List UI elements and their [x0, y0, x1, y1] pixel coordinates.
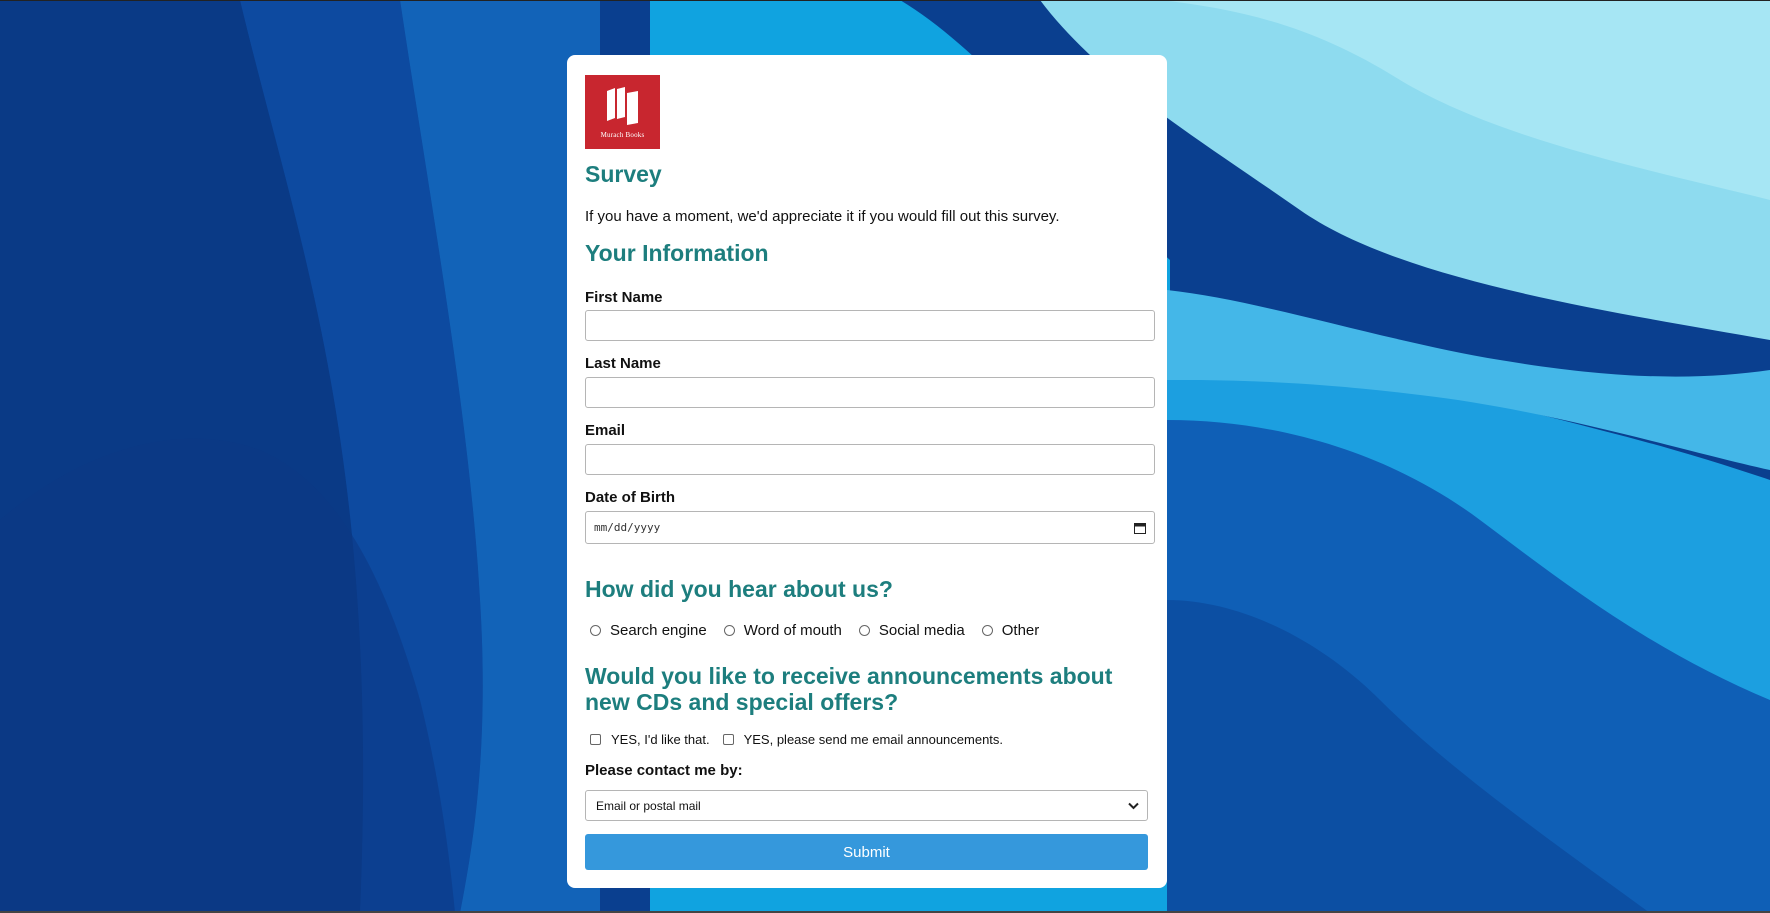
logo-text: Murach Books: [600, 131, 645, 139]
radio-other[interactable]: Other: [977, 621, 1040, 639]
radio-word-of-mouth[interactable]: Word of mouth: [719, 622, 842, 639]
radio-button[interactable]: [981, 624, 993, 636]
announcements-heading-line1: Would you like to receive announcements …: [585, 663, 1113, 689]
checkbox-yes-like-that[interactable]: YES, I'd like that.: [585, 732, 710, 747]
window-top-border: [0, 0, 1770, 1]
radio-label: Search engine: [610, 621, 707, 639]
radio-label: Word of mouth: [743, 621, 842, 639]
radio-button[interactable]: [723, 624, 735, 636]
book-pages-icon: [606, 87, 638, 125]
last-name-label: Last Name: [585, 355, 661, 372]
contact-method-select[interactable]: Email or postal mail: [585, 790, 1148, 821]
radio-search-engine[interactable]: Search engine: [585, 622, 707, 639]
referral-radio-group: Search engine Word of mouth Social media…: [585, 620, 1051, 640]
date-of-birth-field[interactable]: mm/dd/yyyy: [585, 511, 1155, 544]
checkbox[interactable]: [590, 733, 601, 745]
announcements-heading: Would you like to receive announcements …: [585, 663, 1112, 715]
radio-label: Other: [1001, 621, 1040, 639]
first-name-field[interactable]: [585, 310, 1155, 341]
date-of-birth-label: Date of Birth: [585, 489, 675, 506]
last-name-field[interactable]: [585, 377, 1155, 408]
date-placeholder: mm/dd/yyyy: [594, 521, 661, 534]
how-did-you-hear-heading: How did you hear about us?: [585, 576, 893, 602]
checkbox-email-announcements[interactable]: YES, please send me email announcements.: [718, 732, 1003, 747]
email-field[interactable]: [585, 444, 1155, 475]
checkbox[interactable]: [722, 733, 734, 745]
survey-card: Murach Books Survey If you have a moment…: [567, 55, 1167, 888]
submit-button[interactable]: Submit: [585, 834, 1148, 870]
calendar-icon[interactable]: [1134, 522, 1146, 534]
murach-books-logo: Murach Books: [585, 75, 660, 149]
contact-method-label: Please contact me by:: [585, 762, 743, 779]
radio-button[interactable]: [590, 624, 601, 636]
checkbox-label: YES, I'd like that.: [611, 731, 710, 747]
announcements-checkbox-group: YES, I'd like that. YES, please send me …: [585, 730, 1011, 748]
first-name-label: First Name: [585, 289, 663, 306]
select-value: Email or postal mail: [596, 798, 701, 813]
your-information-heading: Your Information: [585, 240, 769, 266]
radio-social-media[interactable]: Social media: [854, 622, 965, 639]
intro-text: If you have a moment, we'd appreciate it…: [585, 208, 1060, 225]
radio-label: Social media: [878, 621, 965, 639]
radio-button[interactable]: [858, 624, 870, 636]
email-label: Email: [585, 422, 626, 439]
checkbox-label: YES, please send me email announcements.: [743, 731, 1004, 747]
chevron-down-icon: [1128, 802, 1139, 809]
page-title: Survey: [585, 161, 662, 187]
announcements-heading-line2: new CDs and special offers?: [585, 689, 899, 715]
